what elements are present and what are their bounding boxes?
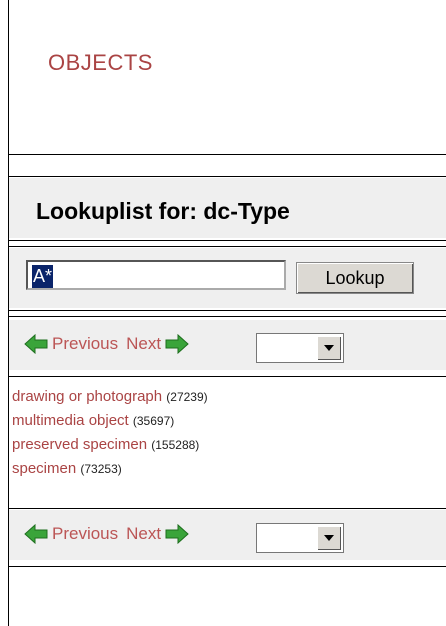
divider — [8, 310, 446, 311]
divider — [8, 246, 446, 247]
divider — [8, 376, 446, 377]
list-item[interactable]: preserved specimen (155288) — [12, 433, 208, 457]
previous-link[interactable]: Previous — [52, 524, 118, 544]
result-label[interactable]: multimedia object — [12, 412, 129, 429]
result-count: (155288) — [151, 438, 200, 452]
chevron-down-icon — [324, 345, 334, 351]
lookup-button[interactable]: Lookup — [296, 262, 414, 294]
arrow-right-icon[interactable] — [165, 524, 189, 544]
result-count: (27239) — [166, 390, 208, 404]
page-title: OBJECTS — [48, 50, 153, 75]
pager-top-controls: Previous Next — [24, 334, 189, 354]
divider — [8, 154, 446, 155]
dropdown-button[interactable] — [317, 336, 341, 360]
pager-bottom-controls: Previous Next — [24, 524, 189, 544]
search-input-value: A* — [32, 265, 54, 288]
dropdown-button[interactable] — [317, 526, 341, 550]
result-label[interactable]: specimen — [12, 460, 76, 477]
divider — [8, 316, 446, 317]
next-link[interactable]: Next — [126, 524, 161, 544]
page-select[interactable] — [256, 523, 344, 553]
arrow-left-icon[interactable] — [24, 334, 48, 354]
divider — [8, 508, 446, 509]
divider — [8, 566, 446, 567]
arrow-right-icon[interactable] — [165, 334, 189, 354]
search-input[interactable]: A* — [26, 260, 286, 290]
page-select[interactable] — [256, 333, 344, 363]
lookup-title: Lookuplist for: dc-Type — [36, 198, 290, 224]
result-label[interactable]: preserved specimen — [12, 436, 147, 453]
list-item[interactable]: specimen (73253) — [12, 457, 208, 481]
list-item[interactable]: multimedia object (35697) — [12, 409, 208, 433]
result-count: (35697) — [132, 414, 175, 428]
chevron-down-icon — [324, 535, 334, 541]
divider — [8, 176, 446, 177]
results-list: drawing or photograph (27239) multimedia… — [12, 385, 208, 481]
next-link[interactable]: Next — [126, 334, 161, 354]
result-label[interactable]: drawing or photograph — [12, 388, 162, 405]
previous-link[interactable]: Previous — [52, 334, 118, 354]
result-count: (73253) — [80, 462, 122, 476]
arrow-left-icon[interactable] — [24, 524, 48, 544]
list-item[interactable]: drawing or photograph (27239) — [12, 385, 208, 409]
divider — [8, 240, 446, 241]
